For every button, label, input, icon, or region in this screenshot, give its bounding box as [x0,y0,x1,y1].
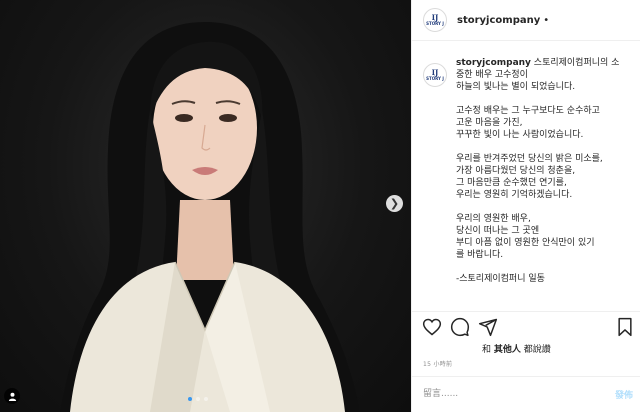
logo-word: STORY J [426,76,444,81]
caption-avatar[interactable]: IJ STORY J [423,63,447,87]
caption-line: 우리는 영원히 기억하겠습니다. [456,190,573,200]
portrait-image [60,22,360,412]
caption-line: 우리를 반겨주었던 당신의 밝은 미소를, [456,154,603,164]
logo-mark: IJ [431,13,439,22]
post-header: IJ STORY J storyjcompany • [412,0,640,41]
caption-line: 꾸꾸한 빛이 나는 사람이었습니다. [456,130,584,140]
next-photo-button[interactable]: ❯ [386,195,403,212]
chevron-right-icon: ❯ [389,197,400,210]
carousel-dot [196,397,200,401]
comment-bar: 發佈 [412,376,640,413]
likes-suffix: 都說讚 [520,345,551,355]
comment-input[interactable] [423,386,573,402]
post-photo[interactable]: ❯ [0,0,411,412]
caption-line: 그 마음만큼 순수했던 연기를, [456,178,567,188]
caption-line: 당신이 떠나는 그 곳엔 [456,226,540,236]
post-sidebar: IJ STORY J storyjcompany • IJ STORY J st… [411,0,640,412]
caption-text: storyjcompany 스토리제이컴퍼니의 소 중한 배우 고수정이 하늘의… [456,57,636,297]
caption-area: IJ STORY J storyjcompany 스토리제이컴퍼니의 소 중한 … [412,40,640,310]
bookmark-icon[interactable] [615,317,635,337]
carousel-indicator [188,397,208,401]
likes-summary[interactable]: 和 其他人 都說讚 [482,342,551,355]
carousel-dot [188,397,192,401]
caption-line: 중한 배우 고수정이 [456,70,528,80]
user-tag-button[interactable] [4,388,20,404]
likes-others[interactable]: 其他人 [494,345,521,355]
header-username[interactable]: storyjcompany [457,15,540,26]
caption-line: 스토리제이컴퍼니의 소 [530,58,620,68]
comment-icon[interactable] [450,317,470,337]
caption-line: -스토리제이컴퍼니 일동 [456,274,545,284]
likes-prefix: 和 [482,345,494,355]
carousel-dot [204,397,208,401]
caption-line: 우리의 영원한 배우, [456,214,531,224]
heart-icon[interactable] [422,317,442,337]
caption-line: 고수정 배우는 그 누구보다도 순수하고 [456,106,600,116]
send-icon[interactable] [478,317,498,337]
caption-line: 고운 마음을 가진, [456,118,523,128]
post-timestamp[interactable]: 15 小時前 [423,359,452,368]
caption-line: 를 바랍니다. [456,250,504,260]
logo-word: STORY J [426,21,444,26]
caption-username[interactable]: storyjcompany [456,58,531,68]
separator-dot: • [543,14,550,26]
caption-line: 하늘의 빛나는 별이 되었습니다. [456,82,576,92]
person-icon [8,392,16,401]
caption-line: 가장 아름다웠던 당신의 청춘을, [456,166,576,176]
logo-mark: IJ [431,68,439,77]
action-bar [412,311,640,342]
post-comment-button[interactable]: 發佈 [615,388,633,401]
caption-line: 부디 아픔 없이 영원한 안식만이 있기 [456,238,595,248]
profile-avatar[interactable]: IJ STORY J [423,8,447,32]
